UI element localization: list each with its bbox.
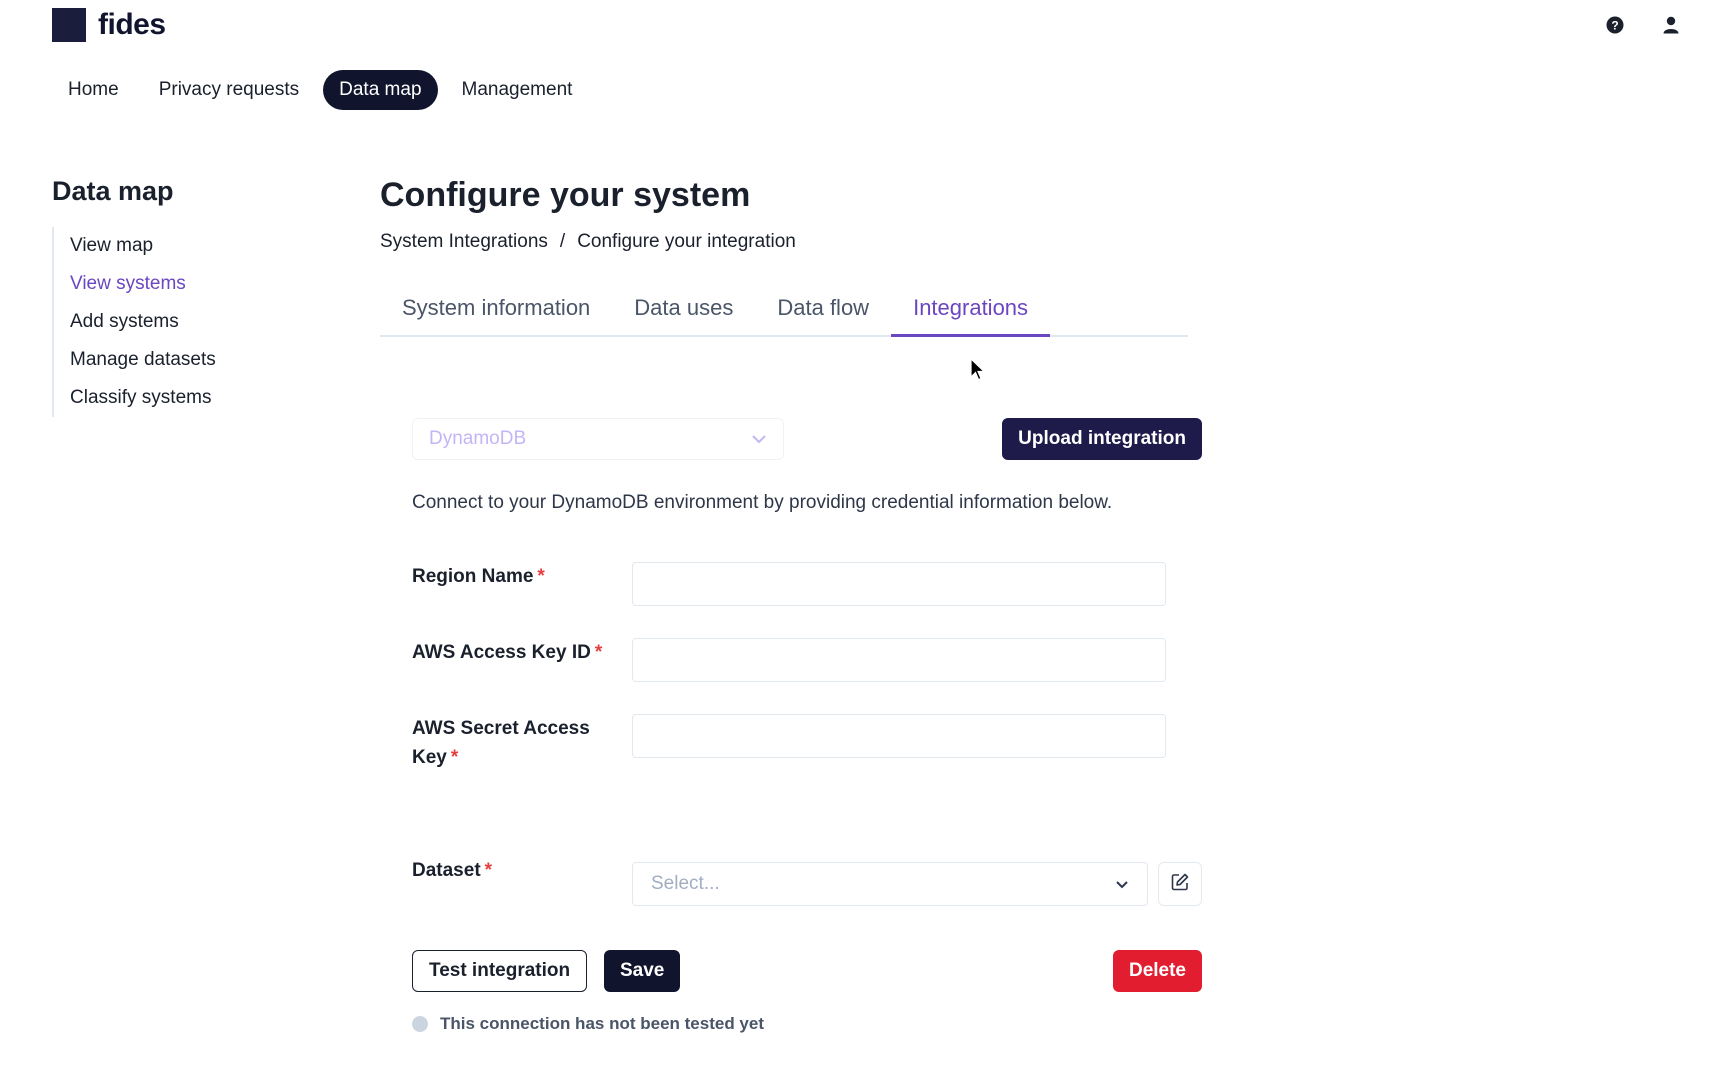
secret-key-row: AWS Secret Access Key * [412,714,1202,774]
edit-dataset-button[interactable] [1158,862,1202,906]
nav-management[interactable]: Management [446,70,589,110]
access-key-input[interactable] [632,638,1166,682]
edit-icon [1171,873,1189,896]
delete-button[interactable]: Delete [1112,950,1202,992]
top-navigation: Home Privacy requests Data map Managemen… [52,70,588,110]
svg-text:?: ? [1611,19,1618,33]
question-circle-icon[interactable]: ? [1604,14,1626,36]
sidebar-item-manage-datasets[interactable]: Manage datasets [70,341,312,379]
sidebar-item-add-systems[interactable]: Add systems [70,303,312,341]
required-marker: * [594,642,603,663]
required-marker: * [484,860,493,881]
integration-type-value: DynamoDB [429,428,527,449]
breadcrumb-separator: / [559,231,566,252]
status-dot-icon [412,1016,428,1032]
integration-type-select[interactable]: DynamoDB [412,418,784,460]
chevron-down-icon [751,428,767,450]
form-actions: Test integration Save Delete [412,950,1202,992]
tab-data-flow[interactable]: Data flow [755,295,891,335]
test-integration-button[interactable]: Test integration [412,950,588,992]
tab-list: System information Data uses Data flow I… [380,295,1188,337]
header-icons: ? [1604,14,1682,36]
tab-system-information[interactable]: System information [380,295,612,335]
breadcrumb-system-integrations[interactable]: System Integrations [380,231,548,253]
sidebar-title: Data map [52,176,174,206]
secret-key-label-line1: AWS Secret Access [412,718,590,739]
secret-key-label-line2: Key [412,747,447,768]
connection-description: Connect to your DynamoDB environment by … [412,492,1113,513]
region-name-label: Region Name * [412,562,612,591]
region-name-input[interactable] [632,562,1166,606]
sidebar: Data map View map View systems Add syste… [52,176,312,417]
dataset-label: Dataset * [412,856,612,885]
status-text: This connection has not been tested yet [440,1014,764,1033]
chevron-down-icon [1115,873,1129,895]
main-content: Configure your system System Integration… [380,176,1202,1033]
access-key-label-text: AWS Access Key ID [412,642,591,663]
secret-key-input[interactable] [632,714,1166,758]
nav-home[interactable]: Home [52,70,135,110]
nav-data-map[interactable]: Data map [323,70,438,110]
page: fides ? Home Privacy requests Data map M… [0,0,1734,1080]
sidebar-item-classify-systems[interactable]: Classify systems [70,379,312,417]
dataset-placeholder: Select... [651,873,720,894]
access-key-label: AWS Access Key ID * [412,638,612,667]
required-marker: * [450,747,459,768]
upload-integration-button[interactable]: Upload integration [1002,418,1202,460]
breadcrumb: System Integrations / Configure your int… [380,231,1200,253]
mouse-cursor-icon [970,357,986,387]
nav-privacy-requests[interactable]: Privacy requests [143,70,315,110]
connection-status: This connection has not been tested yet [412,1014,764,1034]
region-name-row: Region Name * [412,562,1202,606]
dataset-row: Dataset * Select... [412,860,1202,906]
tab-data-uses[interactable]: Data uses [612,295,755,335]
sidebar-list: View map View systems Add systems Manage… [52,227,312,417]
dataset-label-text: Dataset [412,860,481,881]
page-title: Configure your system [380,176,751,214]
dataset-select[interactable]: Select... [632,862,1148,906]
integration-bar: DynamoDB Upload integration [412,418,1202,460]
fides-logo[interactable]: fides [52,8,166,42]
save-button[interactable]: Save [604,950,681,992]
logo-text: fides [98,8,166,41]
sidebar-item-view-map[interactable]: View map [70,227,312,265]
logo-mark [52,8,86,42]
breadcrumb-current: Configure your integration [577,231,796,252]
access-key-row: AWS Access Key ID * [412,638,1202,682]
region-name-label-text: Region Name [412,566,534,587]
sidebar-item-view-systems[interactable]: View systems [70,265,312,303]
required-marker: * [537,566,545,587]
tab-integrations[interactable]: Integrations [891,295,1051,337]
secret-key-label: AWS Secret Access Key * [412,714,612,772]
user-icon[interactable] [1660,14,1682,36]
